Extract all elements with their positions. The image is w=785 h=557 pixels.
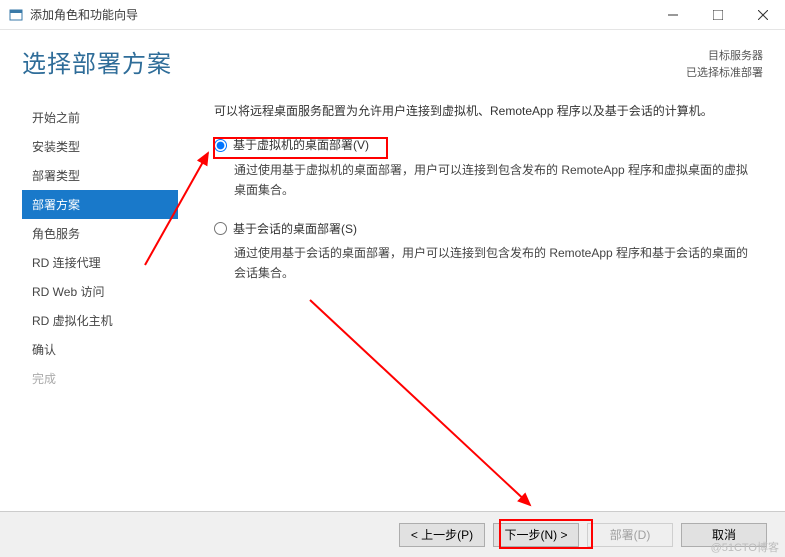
sidebar-item-role-services[interactable]: 角色服务 bbox=[22, 219, 178, 248]
wizard-footer: < 上一步(P) 下一步(N) > 部署(D) 取消 bbox=[0, 511, 785, 557]
page-header: 选择部署方案 目标服务器 已选择标准部署 bbox=[0, 30, 785, 93]
sidebar-item-rd-broker[interactable]: RD 连接代理 bbox=[22, 248, 178, 277]
sidebar-item-install-type[interactable]: 安装类型 bbox=[22, 132, 178, 161]
intro-text: 可以将远程桌面服务配置为允许用户连接到虚拟机、RemoteApp 程序以及基于会… bbox=[214, 101, 757, 121]
window-titlebar: 添加角色和功能向导 bbox=[0, 0, 785, 30]
watermark: @51CTO博客 bbox=[711, 539, 779, 555]
server-label: 目标服务器 bbox=[686, 48, 763, 65]
wizard-body: 开始之前 安装类型 部署类型 部署方案 角色服务 RD 连接代理 RD Web … bbox=[0, 93, 785, 393]
option-vm-based: 基于虚拟机的桌面部署(V) 通过使用基于虚拟机的桌面部署，用户可以连接到包含发布… bbox=[214, 135, 757, 200]
sidebar-item-confirm[interactable]: 确认 bbox=[22, 335, 178, 364]
window-controls bbox=[650, 0, 785, 30]
sidebar-item-rd-web[interactable]: RD Web 访问 bbox=[22, 277, 178, 306]
radio-vm-based[interactable] bbox=[214, 139, 227, 152]
radio-vm-based-desc: 通过使用基于虚拟机的桌面部署，用户可以连接到包含发布的 RemoteApp 程序… bbox=[214, 160, 757, 201]
wizard-content: 可以将远程桌面服务配置为允许用户连接到虚拟机、RemoteApp 程序以及基于会… bbox=[178, 93, 785, 393]
sidebar-item-before-begin[interactable]: 开始之前 bbox=[22, 103, 178, 132]
server-value: 已选择标准部署 bbox=[686, 65, 763, 82]
maximize-button[interactable] bbox=[695, 0, 740, 30]
radio-vm-based-label[interactable]: 基于虚拟机的桌面部署(V) bbox=[233, 135, 369, 155]
server-info: 目标服务器 已选择标准部署 bbox=[686, 44, 763, 81]
radio-session-based-label[interactable]: 基于会话的桌面部署(S) bbox=[233, 219, 357, 239]
app-icon bbox=[8, 7, 24, 23]
option-session-based: 基于会话的桌面部署(S) 通过使用基于会话的桌面部署，用户可以连接到包含发布的 … bbox=[214, 219, 757, 284]
wizard-sidebar: 开始之前 安装类型 部署类型 部署方案 角色服务 RD 连接代理 RD Web … bbox=[22, 93, 178, 393]
next-button[interactable]: 下一步(N) > bbox=[493, 523, 579, 547]
close-button[interactable] bbox=[740, 0, 785, 30]
radio-session-based[interactable] bbox=[214, 222, 227, 235]
minimize-button[interactable] bbox=[650, 0, 695, 30]
sidebar-item-complete: 完成 bbox=[22, 364, 178, 393]
previous-button[interactable]: < 上一步(P) bbox=[399, 523, 485, 547]
deploy-button: 部署(D) bbox=[587, 523, 673, 547]
page-title: 选择部署方案 bbox=[22, 44, 172, 79]
sidebar-item-deploy-type[interactable]: 部署类型 bbox=[22, 161, 178, 190]
sidebar-item-deploy-scenario[interactable]: 部署方案 bbox=[22, 190, 178, 219]
sidebar-item-rd-virtual[interactable]: RD 虚拟化主机 bbox=[22, 306, 178, 335]
window-title: 添加角色和功能向导 bbox=[30, 6, 650, 23]
radio-session-based-desc: 通过使用基于会话的桌面部署，用户可以连接到包含发布的 RemoteApp 程序和… bbox=[214, 243, 757, 284]
